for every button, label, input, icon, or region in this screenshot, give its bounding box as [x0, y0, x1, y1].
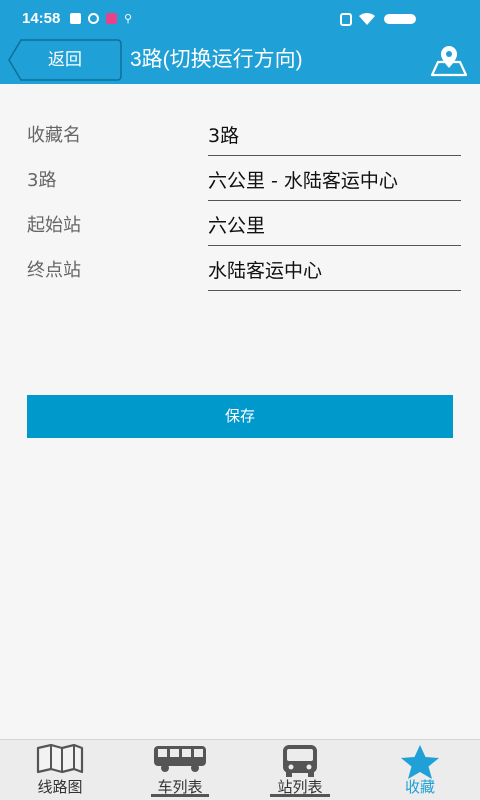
title-bar: 返回 3路(切换运行方向): [0, 38, 480, 84]
bus-side-icon: [154, 746, 206, 772]
status-time: 14:58: [22, 10, 61, 27]
field-label: 3路: [27, 170, 57, 191]
nav-indicator: [270, 794, 330, 797]
nav-item-station-list[interactable]: 站列表: [240, 740, 360, 800]
back-button-label: 返回: [48, 50, 82, 70]
app-notification-icon: [106, 13, 117, 24]
map-location-icon[interactable]: [428, 42, 470, 78]
wifi-icon: [359, 12, 375, 25]
sync-icon: [88, 13, 99, 24]
battery-icon: [384, 14, 416, 24]
back-button[interactable]: 返回: [7, 38, 123, 82]
route-input[interactable]: 六公里 - 水陆客运中心: [208, 161, 461, 201]
nav-label: 收藏: [404, 778, 435, 796]
nfc-icon: [340, 13, 352, 26]
status-bar: 14:58 ⚲: [0, 0, 480, 38]
star-icon: [401, 745, 439, 779]
form-row-name: 收藏名 3路: [0, 116, 480, 156]
field-label: 终点站: [27, 260, 81, 281]
field-label: 收藏名: [27, 125, 81, 146]
nav-item-favorites[interactable]: 收藏: [360, 740, 480, 800]
field-label: 起始站: [27, 215, 81, 236]
form-row-end-station: 终点站 水陆客运中心: [0, 251, 480, 291]
save-button[interactable]: 保存: [27, 395, 453, 438]
start-station-input[interactable]: 六公里: [208, 206, 461, 246]
nav-item-route-map[interactable]: 线路图: [0, 740, 120, 800]
bus-front-icon: [283, 745, 317, 777]
form-row-route: 3路 六公里 - 水陆客运中心: [0, 161, 480, 201]
page-title: 3路(切换运行方向): [130, 48, 303, 71]
form-row-start-station: 起始站 六公里: [0, 206, 480, 246]
nav-label: 线路图: [37, 778, 83, 796]
end-station-input[interactable]: 水陆客运中心: [208, 251, 461, 291]
usb-icon: ⚲: [124, 12, 133, 25]
name-input[interactable]: 3路: [208, 116, 461, 156]
nav-indicator: [151, 794, 209, 797]
nav-item-bus-list[interactable]: 车列表: [120, 740, 240, 800]
bottom-nav: 线路图 车列表 站列表 收藏: [0, 739, 480, 800]
message-icon: [70, 13, 81, 24]
map-icon: [36, 744, 84, 774]
status-notification-icons: ⚲: [70, 13, 135, 24]
